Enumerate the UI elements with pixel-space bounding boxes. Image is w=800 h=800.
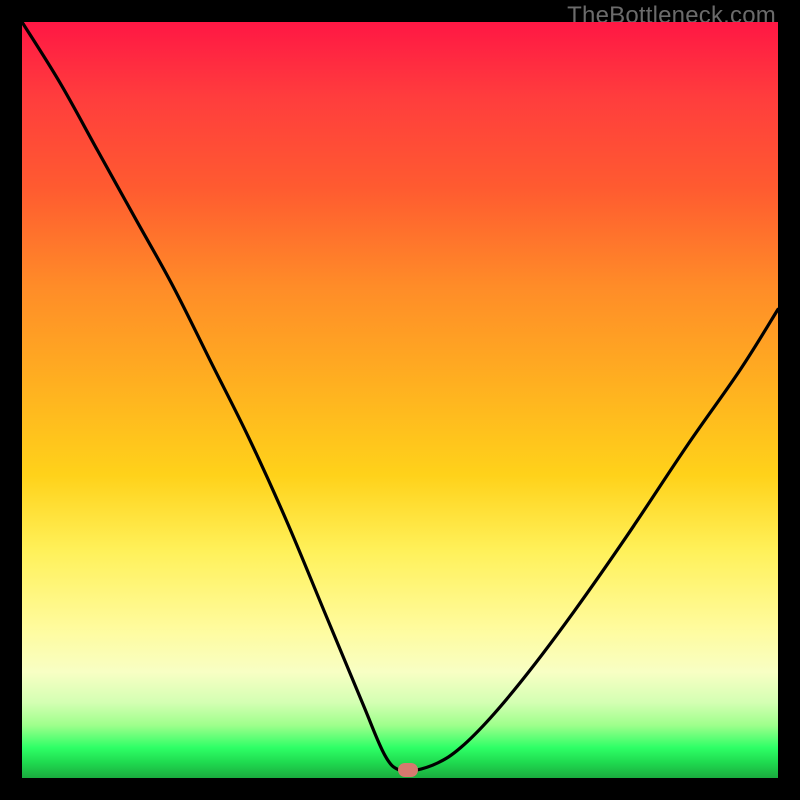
marker-point — [398, 763, 418, 777]
chart-container: TheBottleneck.com — [0, 0, 800, 800]
line-series — [22, 22, 778, 778]
plot-area — [22, 22, 778, 778]
